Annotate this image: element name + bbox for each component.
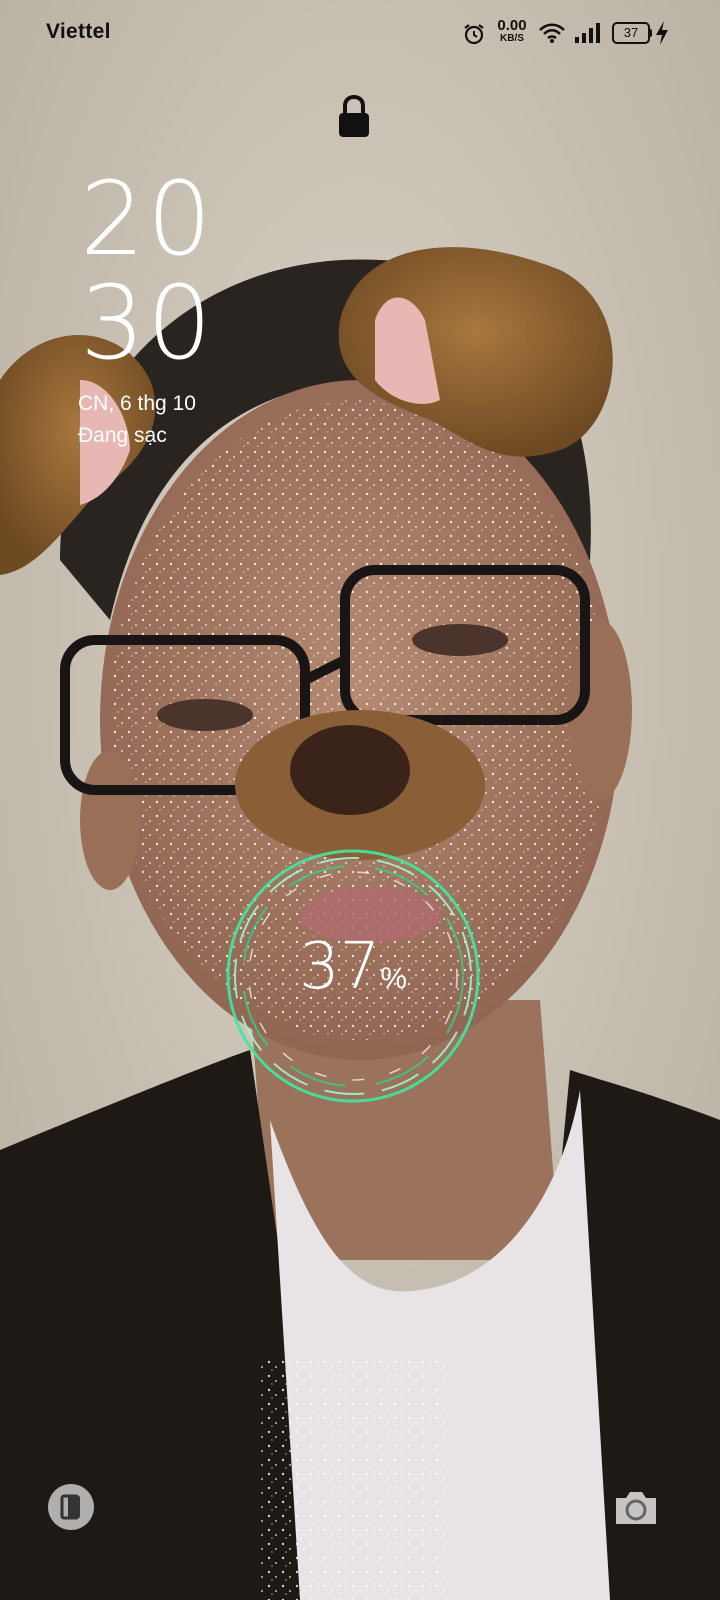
status-bar: Viettel 0.00 KB/S 37	[0, 0, 720, 64]
lockscreen-clock: 20 30	[80, 160, 214, 383]
wallet-button[interactable]	[48, 1484, 94, 1530]
wallet-icon	[60, 1494, 80, 1520]
battery-tip	[649, 29, 652, 37]
carrier-name: Viettel	[46, 20, 111, 43]
lockscreen-date: CN, 6 thg 10	[78, 392, 196, 415]
alarm-icon	[464, 24, 484, 45]
signal-icon	[575, 23, 600, 43]
charging-status: Đang sạc	[78, 424, 167, 447]
network-speed-value: 0.00	[497, 17, 527, 34]
charge-value: 37	[298, 930, 381, 1004]
camera-icon[interactable]	[612, 1484, 660, 1530]
lock-icon[interactable]	[336, 94, 372, 140]
battery-icon: 37	[612, 22, 650, 44]
network-speed-unit: KB/S	[500, 33, 524, 44]
battery-level: 37	[623, 25, 639, 40]
charge-symbol: %	[380, 962, 408, 995]
clock-hours: 20	[80, 160, 214, 279]
charge-percentage: 37%	[222, 930, 484, 1004]
network-speed: 0.00 KB/S	[494, 18, 530, 44]
wifi-icon	[539, 23, 565, 43]
charging-bolt-icon	[656, 21, 668, 45]
clock-minutes: 30	[80, 264, 214, 383]
